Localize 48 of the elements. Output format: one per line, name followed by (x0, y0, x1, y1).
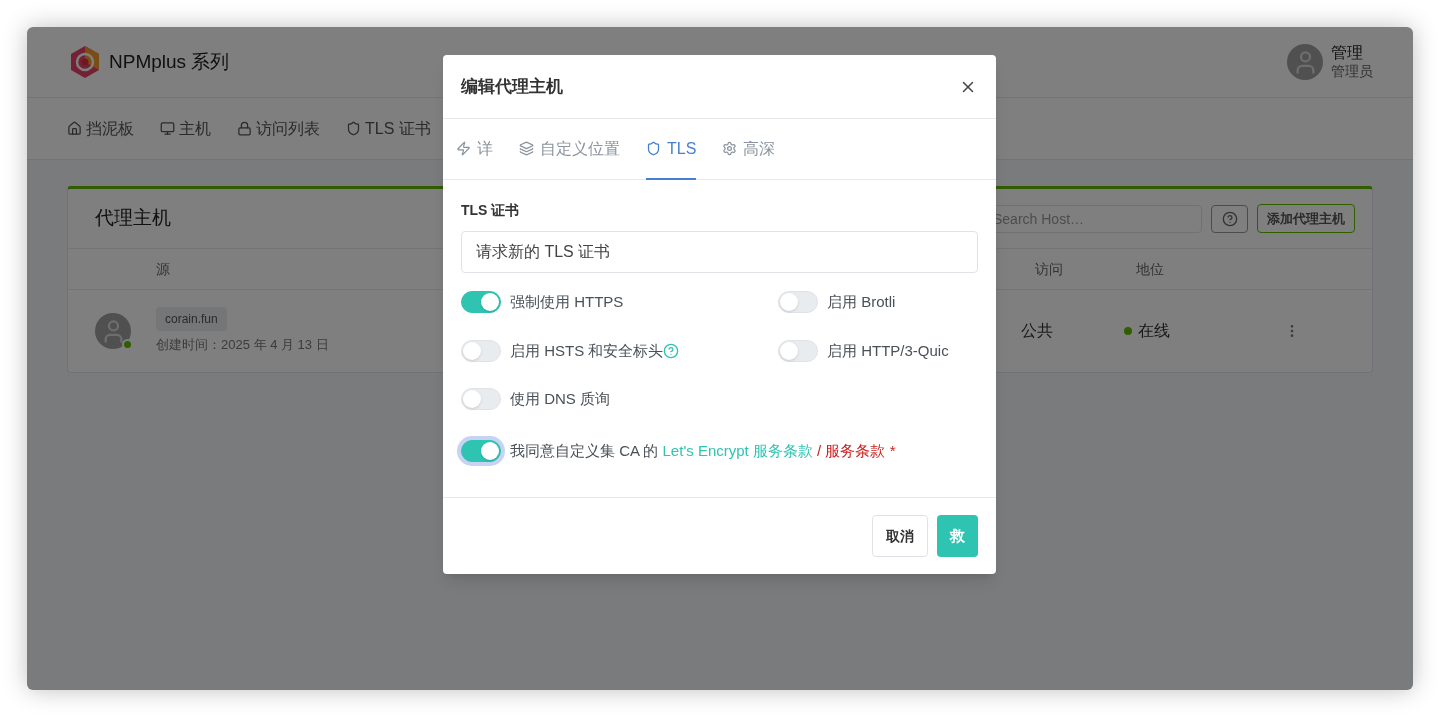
option-label: 启用 Brotli (827, 292, 896, 312)
nav-link[interactable]: TLS 证书 (346, 116, 431, 141)
option-label: 使用 DNS 质询 (510, 389, 610, 409)
column-header: 访问 (1035, 259, 1063, 279)
home-icon (67, 121, 82, 136)
status-text: 在线 (1138, 321, 1170, 341)
user-role: 管理员 (1331, 63, 1373, 81)
domain-tag: corain.fun (156, 307, 227, 332)
card-title: 代理主机 (95, 206, 171, 231)
monitor-icon (160, 121, 175, 136)
dialog-tab[interactable]: 详 (456, 119, 493, 180)
add-proxy-host-button[interactable]: 添加代理主机 (1257, 204, 1355, 233)
lightning-icon (456, 141, 471, 156)
nav-link[interactable]: 挡泥板 (67, 116, 134, 141)
dialog-tab[interactable]: 自定义位置 (519, 119, 620, 180)
save-button[interactable]: 救 (937, 515, 978, 557)
option-label: 强制使用 HTTPS (510, 292, 624, 312)
settings-icon (722, 141, 738, 156)
help-icon[interactable] (663, 342, 680, 359)
brand-name: NPMplus 系列 (109, 49, 230, 74)
option-label: 启用 HTTP/3-Quic (827, 340, 949, 361)
logo-icon (69, 45, 101, 79)
shield-icon (646, 141, 661, 156)
layers-icon (519, 141, 534, 156)
avatar (95, 313, 131, 349)
help-icon (1221, 210, 1238, 227)
nav-link[interactable]: 主机 (160, 116, 211, 141)
option-label: 启用 HSTS 和安全标头 (510, 340, 664, 361)
tls-certificate-select[interactable]: 请求新的 TLS 证书 (461, 231, 978, 273)
dialog-tab[interactable]: TLS (646, 119, 697, 180)
access-cell-text: 公共 (1021, 321, 1054, 341)
lock-icon (237, 121, 252, 136)
help-button[interactable] (1211, 204, 1248, 233)
avatar (1287, 44, 1323, 80)
cancel-button[interactable]: 取消 (872, 515, 928, 557)
user-name: 管理 (1331, 43, 1364, 64)
column-header: 源 (156, 259, 170, 279)
field-label: TLS 证书 (461, 201, 521, 220)
toggle-switch[interactable] (461, 291, 501, 314)
column-header: 地位 (1136, 259, 1164, 279)
nav-link[interactable]: 访问列表 (237, 116, 320, 141)
terms-link[interactable]: Let's Encrypt 服务条款 (662, 441, 813, 459)
dialog-title: 编辑代理主机 (461, 75, 563, 98)
agreement-label: 我同意自定义集 CA 的 Let's Encrypt 服务条款 / 服务条款 * (510, 440, 896, 461)
terms-link[interactable]: 服务条款 (825, 441, 886, 459)
dialog-tab[interactable]: 高深 (722, 119, 776, 180)
created-date: 创建时间：2025 年 4 月 13 日 (156, 336, 329, 355)
shield-icon (346, 121, 361, 136)
